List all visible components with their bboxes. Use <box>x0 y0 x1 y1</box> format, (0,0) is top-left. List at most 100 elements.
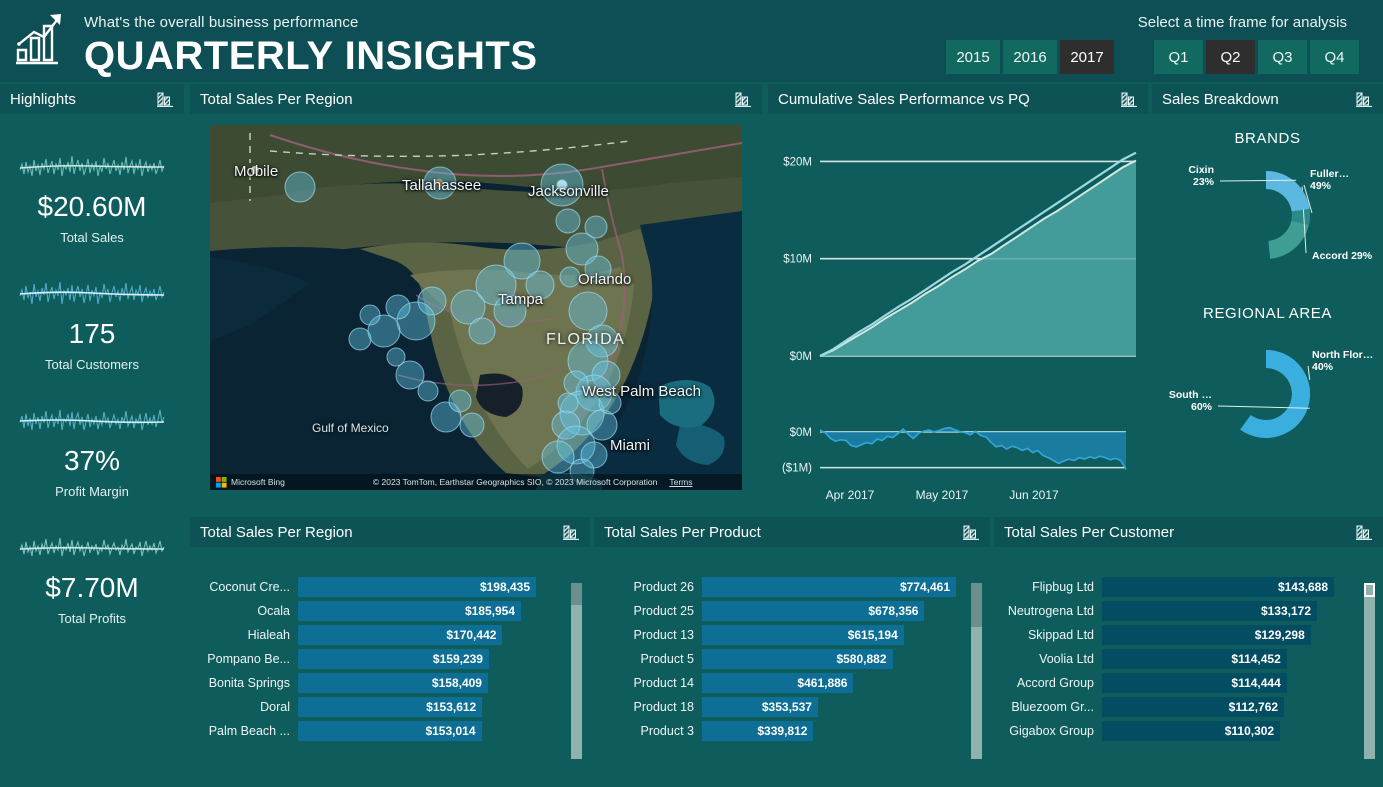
bar-value-label: $678,356 <box>868 604 918 618</box>
product-scroll-thumb[interactable] <box>971 583 982 627</box>
bar-row[interactable]: Skippad Ltd$129,298 <box>994 625 1373 645</box>
bar-fill[interactable]: $339,812 <box>702 721 813 741</box>
breakdown-panel-title: Sales Breakdown <box>1162 91 1279 108</box>
regional-donut-chart[interactable]: North Flor…40%South …60% <box>1152 322 1383 472</box>
bar-fill[interactable]: $353,537 <box>702 697 818 717</box>
bar-row[interactable]: Product 5$580,882 <box>594 649 980 669</box>
map-copyright-label: © 2023 TomTom, Earthstar Geographics SIO… <box>373 477 658 487</box>
bar-fill[interactable]: $153,612 <box>298 697 482 717</box>
bar-row[interactable]: Doral$153,612 <box>190 697 580 717</box>
bar-row[interactable]: Neutrogena Ltd$133,172 <box>994 601 1373 621</box>
cumulative-charts: $0M$10M$20M $0M($1M) Apr 2017May 2017Jun… <box>768 114 1148 503</box>
customer-scroll-thumb[interactable] <box>1364 583 1375 597</box>
map-terms-link[interactable]: Terms <box>669 477 692 487</box>
map-canvas[interactable] <box>210 125 742 490</box>
bar-fill[interactable]: $198,435 <box>298 577 536 597</box>
bar-fill[interactable]: $114,452 <box>1102 649 1287 669</box>
brands-donut-chart[interactable]: Fuller…49%Accord 29%Cixin23% <box>1152 147 1383 295</box>
bar-fill[interactable]: $112,762 <box>1102 697 1284 717</box>
bar-fill[interactable]: $143,688 <box>1102 577 1334 597</box>
focus-mode-icon[interactable] <box>1355 524 1373 541</box>
bar-row[interactable]: Bonita Springs$158,409 <box>190 673 580 693</box>
bar-fill[interactable]: $580,882 <box>702 649 893 669</box>
quarter-slicer[interactable]: Q1 Q2 Q3 Q4 <box>1154 40 1359 74</box>
bar-fill[interactable]: $110,302 <box>1102 721 1280 741</box>
bar-row[interactable]: Pompano Be...$159,239 <box>190 649 580 669</box>
bar-row[interactable]: Product 18$353,537 <box>594 697 980 717</box>
year-chip-2015[interactable]: 2015 <box>946 40 1000 74</box>
region-panel-title: Total Sales Per Region <box>200 524 353 541</box>
bar-row[interactable]: Ocala$185,954 <box>190 601 580 621</box>
bar-fill[interactable]: $461,886 <box>702 673 853 693</box>
year-slicer[interactable]: 2015 2016 2017 <box>946 40 1114 74</box>
product-scrollbar[interactable] <box>971 583 982 759</box>
cumulative-panel-title: Cumulative Sales Performance vs PQ <box>778 91 1030 108</box>
year-chip-2016[interactable]: 2016 <box>1003 40 1057 74</box>
region-scrollbar[interactable] <box>571 583 582 759</box>
region-scroll-thumb[interactable] <box>571 583 582 605</box>
bar-fill[interactable]: $129,298 <box>1102 625 1311 645</box>
cumulative-area-chart[interactable]: $0M$10M$20M <box>768 114 1148 404</box>
bar-row[interactable]: Voolia Ltd$114,452 <box>994 649 1373 669</box>
svg-text:($1M): ($1M) <box>782 463 812 475</box>
cumulative-variance-chart[interactable]: $0M($1M) Apr 2017May 2017Jun 2017 <box>768 409 1148 508</box>
quarter-chip-q4[interactable]: Q4 <box>1310 40 1359 74</box>
bar-row[interactable]: Bluezoom Gr...$112,762 <box>994 697 1373 717</box>
highlights-header: Highlights <box>0 84 184 114</box>
bar-row[interactable]: Accord Group$114,444 <box>994 673 1373 693</box>
bar-fill[interactable]: $133,172 <box>1102 601 1317 621</box>
quarter-chip-q2[interactable]: Q2 <box>1206 40 1255 74</box>
brands-donut-title: BRANDS <box>1152 130 1383 147</box>
customer-scrollbar[interactable] <box>1364 583 1375 759</box>
highlights-title: Highlights <box>10 91 76 108</box>
focus-mode-icon[interactable] <box>962 524 980 541</box>
bar-value-label: $153,612 <box>426 700 476 714</box>
bar-row[interactable]: Gigabox Group$110,302 <box>994 721 1373 741</box>
bar-value-label: $170,442 <box>446 628 496 642</box>
bar-fill[interactable]: $185,954 <box>298 601 521 621</box>
bar-fill[interactable]: $153,014 <box>298 721 482 741</box>
svg-text:40%: 40% <box>1312 361 1334 373</box>
bar-row[interactable]: Product 25$678,356 <box>594 601 980 621</box>
focus-mode-icon[interactable] <box>1120 91 1138 108</box>
bar-fill[interactable]: $114,444 <box>1102 673 1287 693</box>
quarter-chip-q3[interactable]: Q3 <box>1258 40 1307 74</box>
bar-category-label: Bluezoom Gr... <box>994 700 1102 714</box>
bar-value-label: $339,812 <box>757 724 807 738</box>
bar-value-label: $114,444 <box>1231 676 1280 690</box>
bar-fill[interactable]: $170,442 <box>298 625 502 645</box>
map-panel-title: Total Sales Per Region <box>200 91 353 108</box>
bar-category-label: Product 5 <box>594 652 702 666</box>
kpi-label: Total Sales <box>0 230 184 245</box>
bar-row[interactable]: Product 13$615,194 <box>594 625 980 645</box>
bar-row[interactable]: Flipbug Ltd$143,688 <box>994 577 1373 597</box>
bar-row[interactable]: Coconut Cre...$198,435 <box>190 577 580 597</box>
bar-fill[interactable]: $678,356 <box>702 601 924 621</box>
bar-track: $110,302 <box>1102 721 1373 741</box>
focus-mode-icon[interactable] <box>562 524 580 541</box>
bar-row[interactable]: Hialeah $170,442 <box>190 625 580 645</box>
sales-map[interactable]: Mobile Tallahassee Jacksonville Orlando … <box>210 125 742 490</box>
bar-fill[interactable]: $158,409 <box>298 673 488 693</box>
bar-fill[interactable]: $615,194 <box>702 625 904 645</box>
microsoft-logo-icon <box>216 477 227 488</box>
bar-category-label: Hialeah <box>190 628 298 642</box>
bar-row[interactable]: Product 26$774,461 <box>594 577 980 597</box>
year-chip-2017[interactable]: 2017 <box>1060 40 1114 74</box>
bar-row[interactable]: Product 14$461,886 <box>594 673 980 693</box>
bar-fill[interactable]: $774,461 <box>702 577 956 597</box>
bar-row[interactable]: Palm Beach ...$153,014 <box>190 721 580 741</box>
svg-text:$0M: $0M <box>790 427 812 439</box>
bar-row[interactable]: Product 3$339,812 <box>594 721 980 741</box>
quarter-chip-q1[interactable]: Q1 <box>1154 40 1203 74</box>
product-bar-list: Product 26$774,461 Product 25$678,356 Prod… <box>594 577 990 745</box>
bar-fill[interactable]: $159,239 <box>298 649 489 669</box>
bar-track: $353,537 <box>702 697 980 717</box>
focus-mode-icon[interactable] <box>156 91 174 108</box>
bar-category-label: Flipbug Ltd <box>994 580 1102 594</box>
customer-panel-header: Total Sales Per Customer <box>994 517 1383 547</box>
customer-panel-title: Total Sales Per Customer <box>1004 524 1174 541</box>
focus-mode-icon[interactable] <box>734 91 752 108</box>
header-subtitle: What's the overall business performance <box>84 14 358 31</box>
focus-mode-icon[interactable] <box>1355 91 1373 108</box>
